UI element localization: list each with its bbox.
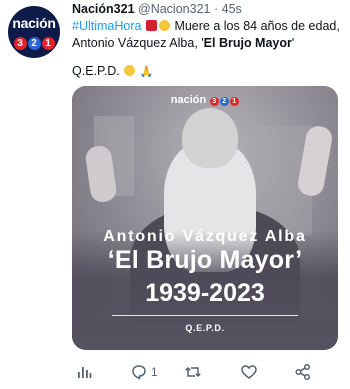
- avatar-logo-word: nación: [12, 15, 56, 31]
- portrait-head: [182, 108, 238, 168]
- retweet-icon: [185, 366, 201, 378]
- media-logo-digit: 1: [229, 97, 239, 106]
- tweet-text-part2: ': [291, 36, 295, 50]
- hashtag-link[interactable]: #UltimaHora: [72, 19, 141, 33]
- tweet-qepd-text: Q.E.P.D.: [72, 64, 120, 78]
- media-logo-word: nación: [170, 94, 207, 106]
- media-years: 1939-2023: [145, 279, 265, 307]
- avatar-digit: 2: [27, 37, 41, 50]
- sad-face-emoji-icon: [158, 20, 170, 31]
- avatar[interactable]: nación 321: [8, 6, 60, 58]
- views-button[interactable]: [76, 362, 92, 382]
- tweet-media-image[interactable]: nación 321 Antonio Vázquez Alba ‘El Bruj…: [72, 86, 338, 350]
- tweet-header: Nación321 @Nacion321 · 45s: [72, 2, 242, 16]
- like-button[interactable]: [240, 362, 261, 382]
- avatar-digit: 3: [13, 37, 27, 50]
- tweet-bold-alias: El Brujo Mayor: [203, 36, 292, 50]
- media-footer-text: Q.E.P.D.: [185, 323, 225, 333]
- views-icon: [78, 367, 92, 378]
- media-logo: nación 321: [72, 94, 338, 106]
- media-divider: [112, 315, 298, 316]
- user-handle[interactable]: @Nacion321: [138, 2, 210, 16]
- media-logo-digit: 3: [209, 97, 219, 106]
- media-logo-digit: 2: [219, 97, 229, 106]
- media-person-name: Antonio Vázquez Alba: [103, 228, 307, 245]
- tweet-action-bar: 1: [72, 362, 338, 382]
- avatar-logo-digits: 321: [8, 33, 60, 51]
- retweet-button[interactable]: [184, 362, 205, 382]
- display-name[interactable]: Nación321: [72, 2, 135, 16]
- media-person-alias: ‘El Brujo Mayor’: [107, 246, 303, 274]
- share-icon: [295, 363, 311, 381]
- timestamp[interactable]: 45s: [222, 2, 242, 16]
- reply-icon: [132, 365, 146, 380]
- reply-button[interactable]: 1: [130, 362, 158, 382]
- reply-count: 1: [151, 365, 158, 379]
- tweet-second-line: Q.E.P.D. 🙏: [72, 64, 153, 78]
- tweet-text: #UltimaHora Muere a los 84 años de edad,…: [72, 18, 342, 52]
- share-button[interactable]: [294, 362, 312, 382]
- like-icon: [241, 365, 257, 379]
- separator: ·: [213, 2, 219, 16]
- alert-light-emoji-icon: [145, 20, 157, 31]
- avatar-digit: 1: [41, 37, 55, 50]
- praying-hands-emoji-icon: 🙏: [139, 66, 154, 78]
- sad-face-emoji-icon: [124, 65, 136, 76]
